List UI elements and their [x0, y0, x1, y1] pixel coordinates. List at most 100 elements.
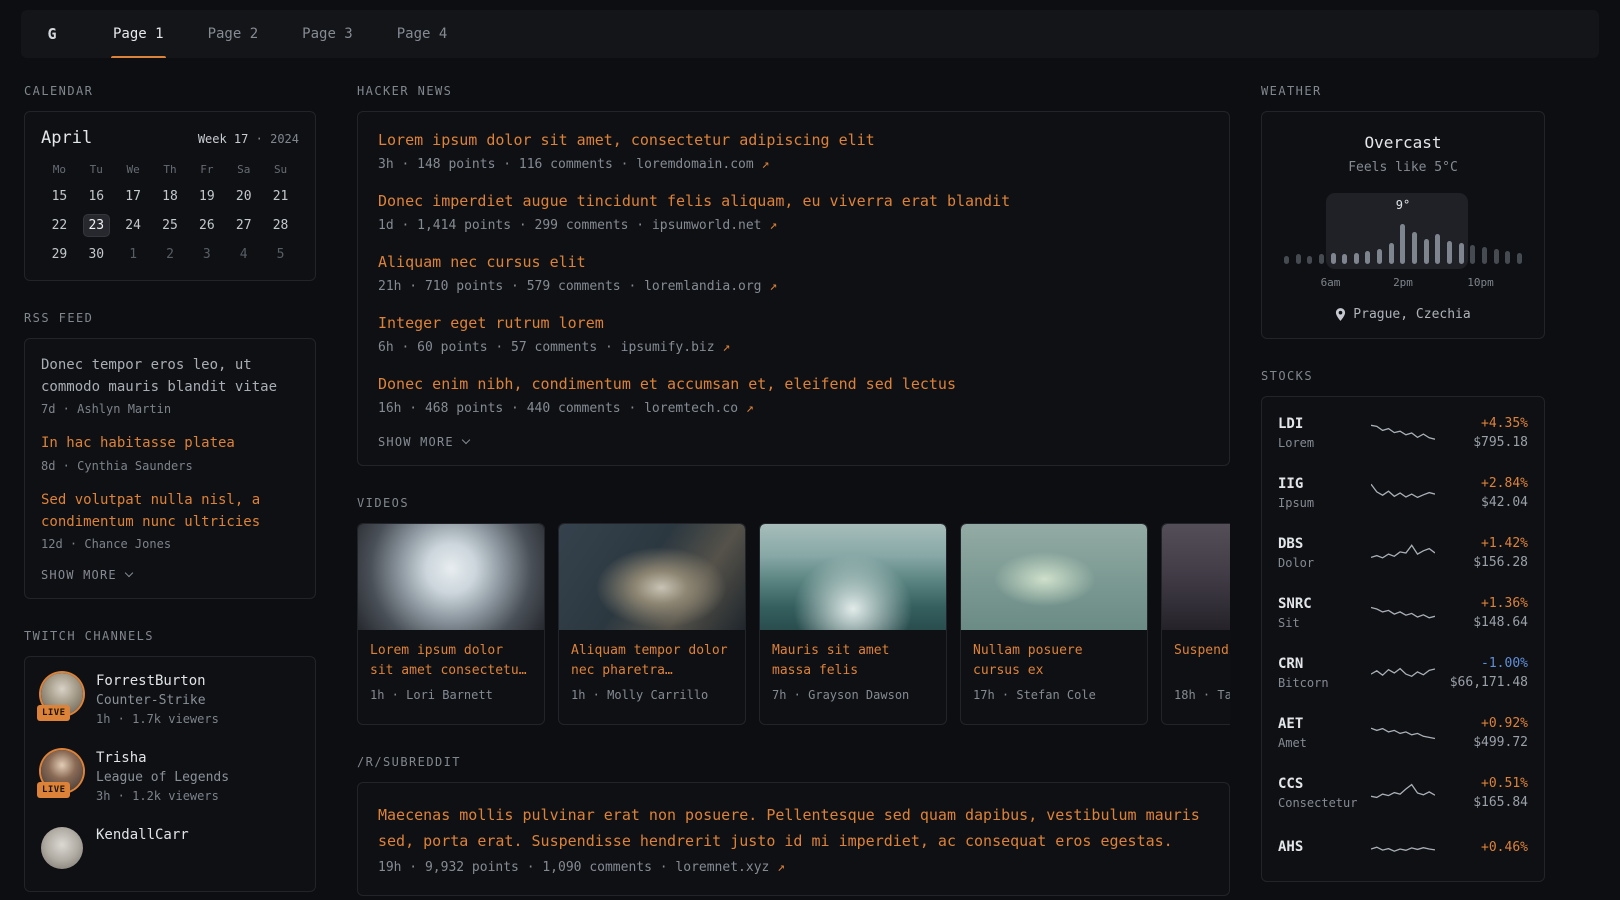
calendar-day: 15	[46, 185, 73, 208]
video-card[interactable]: Suspendisse diam 18h · Tara	[1161, 523, 1230, 725]
video-title[interactable]: Suspendisse diam	[1174, 641, 1230, 681]
channel-meta: 1h · 1.7k viewers	[96, 712, 219, 726]
calendar-day-cell: 19	[188, 185, 225, 208]
hn-item: Donec imperdiet augue tincidunt felis al…	[378, 191, 1209, 233]
app-logo[interactable]: G	[27, 10, 77, 58]
subreddit-post-title[interactable]: Maecenas mollis pulvinar erat non posuer…	[378, 803, 1209, 854]
video-card[interactable]: Lorem ipsum dolor sit amet consectetu… 1…	[357, 523, 545, 725]
stock-change: +0.92%	[1440, 716, 1528, 731]
channel-name[interactable]: ForrestBurton	[96, 673, 219, 689]
calendar-day: 22	[46, 214, 73, 237]
subreddit-source-link[interactable]: loremnet.xyz ↗	[675, 860, 785, 875]
stock-sparkline	[1371, 480, 1435, 506]
hn-item-title[interactable]: Lorem ipsum dolor sit amet, consectetur …	[378, 130, 1209, 151]
page-tab[interactable]: Page 4	[375, 10, 470, 58]
hn-item-title[interactable]: Aliquam nec cursus elit	[378, 252, 1209, 273]
page-tab[interactable]: Page 3	[280, 10, 375, 58]
rss-item-title[interactable]: In hac habitasse platea	[41, 433, 299, 455]
stock-sparkline	[1371, 720, 1435, 746]
video-card[interactable]: Aliquam tempor dolor nec pharetra… 1h · …	[558, 523, 746, 725]
hn-item-title[interactable]: Donec enim nibh, condimentum et accumsan…	[378, 374, 1209, 395]
page-tabs: Page 1 Page 2 Page 3 Page 4	[91, 10, 469, 58]
video-thumbnail[interactable]	[1162, 524, 1230, 630]
calendar-separator: ·	[256, 132, 263, 146]
hn-item-title[interactable]: Integer eget rutrum lorem	[378, 313, 1209, 334]
rss-item: Donec tempor eros leo, ut commodo mauris…	[41, 355, 299, 416]
rss-item-title[interactable]: Donec tempor eros leo, ut commodo mauris…	[41, 355, 299, 398]
hn-source-link[interactable]: ipsumworld.net ↗	[652, 218, 777, 233]
stock-row[interactable]: AHS +0.46%	[1278, 823, 1528, 875]
hn-item-title[interactable]: Donec imperdiet augue tincidunt felis al…	[378, 191, 1209, 212]
hn-source-link[interactable]: loremdomain.com ↗	[636, 157, 769, 172]
calendar-day: 27	[230, 214, 257, 237]
hn-source-link[interactable]: loremtech.co ↗	[644, 401, 754, 416]
weather-hour-bar	[1494, 249, 1499, 264]
video-card[interactable]: Nullam posuere cursus ex 17h · Stefan Co…	[960, 523, 1148, 725]
stock-row[interactable]: CCS Consectetur +0.51% $165.84	[1278, 763, 1528, 823]
video-thumbnail[interactable]	[358, 524, 544, 630]
hn-item-stats: 16h · 468 points · 440 comments ·	[378, 401, 636, 416]
external-link-icon: ↗	[722, 340, 730, 355]
stock-row[interactable]: SNRC Sit +1.36% $148.64	[1278, 583, 1528, 643]
weather-time-label: 2pm	[1393, 276, 1413, 289]
top-nav-bar: G Page 1 Page 2 Page 3 Page 4	[21, 10, 1599, 58]
stock-symbol: SNRC	[1278, 596, 1366, 612]
calendar-day-header: Th	[152, 163, 189, 176]
hn-item-meta: 1d · 1,414 points · 299 comments · ipsum…	[378, 218, 1209, 233]
calendar-day-cell: 4	[225, 243, 262, 266]
stock-row[interactable]: LDI Lorem +4.35% $795.18	[1278, 403, 1528, 463]
stock-numbers: +0.46%	[1440, 840, 1528, 859]
calendar-day-cell: 2	[152, 243, 189, 266]
rss-item-title[interactable]: Sed volutpat nulla nisl, a condimentum n…	[41, 490, 299, 533]
twitch-widget: TWITCH CHANNELS LIVE ForrestBurton Count…	[24, 629, 316, 892]
channel-game[interactable]: Counter-Strike	[96, 693, 219, 708]
calendar-day: 3	[193, 243, 220, 266]
chevron-down-icon	[462, 436, 470, 444]
rss-show-more-label: SHOW MORE	[41, 568, 117, 582]
stock-change: +0.46%	[1440, 840, 1528, 855]
twitch-channel-row[interactable]: LIVE ForrestBurton Counter-Strike 1h · 1…	[41, 673, 299, 726]
calendar-day-cell: 24	[115, 214, 152, 237]
channel-game[interactable]: League of Legends	[96, 770, 229, 785]
video-thumbnail[interactable]	[961, 524, 1147, 630]
rss-item-meta: 8d · Cynthia Saunders	[41, 459, 299, 473]
channel-avatar[interactable]	[41, 827, 83, 869]
calendar-day: 5	[267, 243, 294, 266]
stock-row[interactable]: DBS Dolor +1.42% $156.28	[1278, 523, 1528, 583]
video-title[interactable]: Mauris sit amet massa felis	[772, 641, 934, 681]
page-tab[interactable]: Page 1	[91, 10, 186, 58]
hn-source-link[interactable]: ipsumify.biz ↗	[621, 340, 731, 355]
video-title[interactable]: Lorem ipsum dolor sit amet consectetu…	[370, 641, 532, 681]
video-title[interactable]: Aliquam tempor dolor nec pharetra…	[571, 641, 733, 681]
external-link-icon: ↗	[746, 401, 754, 416]
video-card[interactable]: Mauris sit amet massa felis 7h · Grayson…	[759, 523, 947, 725]
stock-symbol: DBS	[1278, 536, 1366, 552]
weather-widget-title: WEATHER	[1261, 84, 1545, 98]
weather-hour-bar	[1377, 249, 1382, 264]
calendar-day-header: Sa	[225, 163, 262, 176]
stock-row[interactable]: AET Amet +0.92% $499.72	[1278, 703, 1528, 763]
hn-source-link[interactable]: loremlandia.org ↗	[644, 279, 777, 294]
stock-row[interactable]: CRN Bitcorn -1.00% $66,171.48	[1278, 643, 1528, 703]
calendar-week-number: Week 17	[198, 132, 249, 146]
twitch-channel-row[interactable]: LIVE KendallCarr	[41, 827, 299, 869]
rss-show-more-button[interactable]: SHOW MORE	[41, 568, 299, 582]
stock-sparkline	[1371, 660, 1435, 686]
video-thumbnail[interactable]	[760, 524, 946, 630]
hn-show-more-button[interactable]: SHOW MORE	[378, 435, 1209, 449]
calendar-day: 26	[193, 214, 220, 237]
page-tab[interactable]: Page 2	[186, 10, 281, 58]
weather-hour-bar	[1354, 253, 1359, 264]
weather-hour-bar	[1447, 241, 1452, 264]
video-title[interactable]: Nullam posuere cursus ex	[973, 641, 1135, 681]
channel-name[interactable]: KendallCarr	[96, 827, 189, 843]
stocks-widget-title: STOCKS	[1261, 369, 1545, 383]
stock-name: Lorem	[1278, 436, 1366, 450]
calendar-day-cell: 28	[262, 214, 299, 237]
hn-item-meta: 21h · 710 points · 579 comments · loreml…	[378, 279, 1209, 294]
twitch-channel-row[interactable]: LIVE Trisha League of Legends 3h · 1.2k …	[41, 750, 299, 803]
channel-name[interactable]: Trisha	[96, 750, 229, 766]
stock-row[interactable]: IIG Ipsum +2.84% $42.04	[1278, 463, 1528, 523]
video-meta: 1h · Lori Barnett	[370, 688, 532, 702]
video-thumbnail[interactable]	[559, 524, 745, 630]
